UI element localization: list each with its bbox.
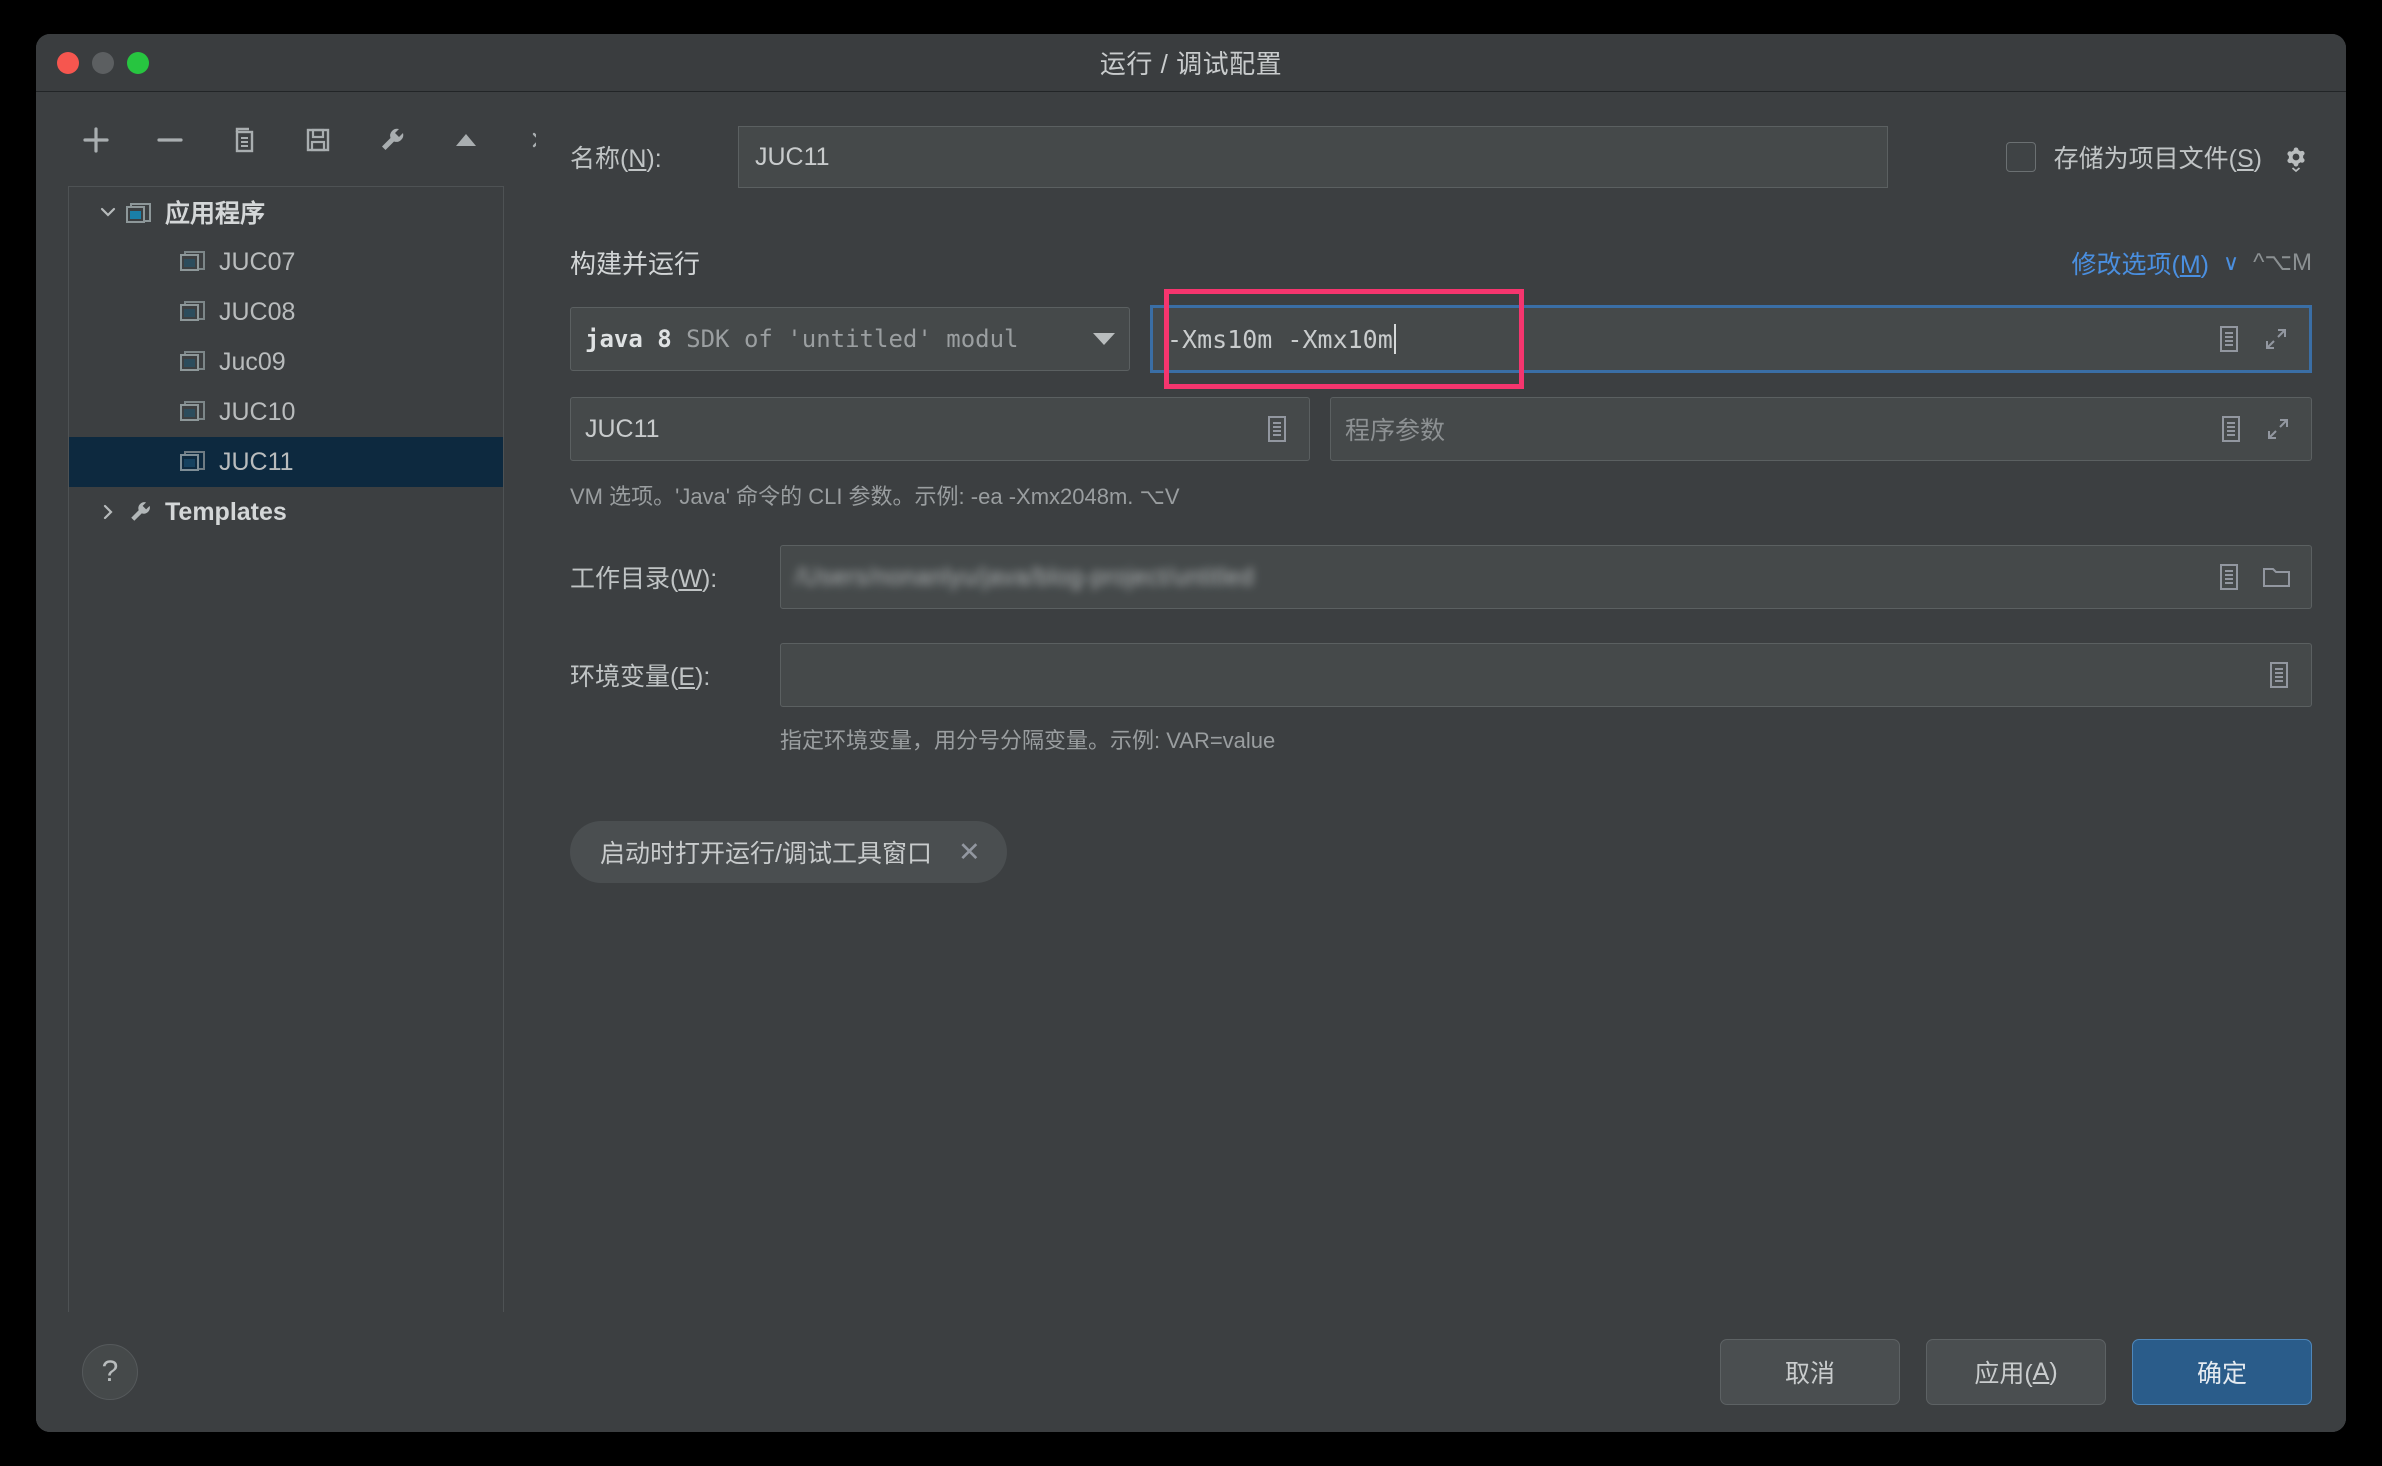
tree-item-label: JUC07 [219, 247, 296, 276]
move-up-icon[interactable] [450, 123, 482, 157]
application-icon [179, 349, 209, 375]
main-class-args-row: JUC11 程序参数 [570, 397, 2312, 461]
modify-options-shortcut: ^⌥M [2253, 249, 2312, 276]
dialog-body: 应用程序 JUC07 JUC08 Juc09 JUC10 JUC11 Templ… [36, 92, 2346, 1432]
text-cursor [1393, 324, 1396, 354]
build-and-run-header: 构建并运行 修改选项(M) ∨ ^⌥M [570, 244, 2312, 281]
chevron-right-icon[interactable] [91, 501, 125, 523]
application-icon [179, 449, 209, 475]
jdk-secondary: SDK of 'untitled' modul [671, 325, 1019, 353]
store-as-project-file-checkbox[interactable] [2005, 142, 2036, 172]
program-arguments-placeholder: 程序参数 [1345, 417, 1446, 445]
add-icon[interactable] [80, 123, 112, 157]
sidebar-toolbar [36, 102, 550, 178]
name-input[interactable]: JUC11 [738, 126, 1888, 188]
name-label: 名称(N): [570, 145, 662, 173]
run-debug-configurations-dialog: 运行 / 调试配置 应用程序 JUC07 JUC08 Juc09 JUC10 J… [36, 34, 2346, 1432]
chip-label: 启动时打开运行/调试工具窗口 [600, 840, 932, 868]
chip-open-run-debug-tool-window[interactable]: 启动时打开运行/调试工具窗口 ✕ [570, 821, 1007, 883]
tree-item-juc07[interactable]: JUC07 [69, 237, 503, 287]
dialog-buttons: 取消 应用(A) 确定 [1720, 1339, 2312, 1405]
working-directory-row: 工作目录(W): /Users/nonanlyu/java/blog-proje… [570, 545, 2312, 609]
application-group-icon [125, 199, 155, 225]
store-as-project-file-label: 存储为项目文件(S) [2053, 145, 2262, 173]
screenshot-root: 运行 / 调试配置 应用程序 JUC07 JUC08 Juc09 JUC10 J… [0, 0, 2382, 1466]
expand-icon[interactable] [2263, 414, 2293, 444]
application-icon [179, 399, 209, 425]
insert-macro-icon[interactable] [2215, 323, 2243, 355]
tree-item-label: 应用程序 [165, 200, 266, 228]
working-directory-label: 工作目录(W): [570, 565, 718, 593]
chevron-down-icon[interactable] [91, 201, 125, 223]
close-icon[interactable]: ✕ [958, 837, 981, 868]
tree-item-label: JUC08 [219, 297, 296, 326]
dialog-footer: ? 取消 应用(A) 确定 [36, 1312, 2346, 1432]
main-class-input[interactable]: JUC11 [570, 397, 1310, 461]
application-icon [179, 299, 209, 325]
configuration-editor: 名称(N): JUC11 存储为项目文件(S) 构建并运行 修改选项(M) ∨ … [536, 92, 2346, 1432]
cancel-button[interactable]: 取消 [1720, 1339, 1900, 1405]
modify-options-link[interactable]: 修改选项(M) [2071, 245, 2208, 281]
tree-item-juc11[interactable]: JUC11 [69, 437, 503, 487]
working-directory-input[interactable]: /Users/nonanlyu/java/blog-project/untitl… [780, 545, 2312, 609]
main-class-value: JUC11 [585, 414, 660, 443]
jdk-dropdown[interactable]: java 8 SDK of 'untitled' modul [570, 307, 1130, 371]
insert-macro-icon[interactable] [1263, 413, 1291, 445]
ok-button[interactable]: 确定 [2132, 1339, 2312, 1405]
help-button[interactable]: ? [82, 1344, 138, 1400]
gear-icon[interactable] [2280, 141, 2312, 173]
wrench-icon [125, 498, 155, 526]
wrench-icon[interactable] [376, 123, 408, 157]
environment-variables-row: 环境变量(E): [570, 643, 2312, 707]
tree-item-juc08[interactable]: JUC08 [69, 287, 503, 337]
save-icon[interactable] [302, 123, 334, 157]
modify-options-group[interactable]: 修改选项(M) ∨ ^⌥M [2071, 245, 2312, 281]
chevron-down-icon[interactable]: ∨ [2223, 250, 2239, 276]
jdk-vm-row: java 8 SDK of 'untitled' modul -Xms10m -… [570, 289, 2312, 389]
tree-item-label: Juc09 [219, 347, 286, 376]
section-title: 构建并运行 [570, 249, 701, 279]
folder-icon[interactable] [2261, 563, 2293, 591]
vm-options-hint: VM 选项。'Java' 命令的 CLI 参数。示例: -ea -Xmx2048… [570, 484, 1180, 509]
tree-item-label: Templates [165, 497, 287, 526]
environment-variables-label: 环境变量(E): [570, 663, 711, 691]
program-arguments-input[interactable]: 程序参数 [1330, 397, 2312, 461]
environment-variables-hint: 指定环境变量，用分号分隔变量。示例: VAR=value [780, 728, 1276, 753]
store-as-project-file-group[interactable]: 存储为项目文件(S) [1966, 139, 2312, 175]
window-titlebar: 运行 / 调试配置 [36, 34, 2346, 92]
vm-options-input[interactable]: -Xms10m -Xmx10m [1150, 305, 2312, 373]
tree-item-juc10[interactable]: JUC10 [69, 387, 503, 437]
jdk-primary: java 8 [585, 325, 672, 353]
tree-group-applications[interactable]: 应用程序 [69, 187, 503, 237]
tree-item-label: JUC11 [219, 447, 294, 476]
vm-options-value: -Xms10m -Xmx10m [1167, 324, 1393, 354]
insert-macro-icon[interactable] [2265, 659, 2293, 691]
jdk-dropdown-text: java 8 SDK of 'untitled' modul [585, 325, 1018, 353]
options-chips: 启动时打开运行/调试工具窗口 ✕ [570, 821, 2312, 883]
name-input-value: JUC11 [755, 142, 830, 171]
expand-icon[interactable] [2261, 324, 2291, 354]
configurations-tree[interactable]: 应用程序 JUC07 JUC08 Juc09 JUC10 JUC11 Templ… [68, 186, 504, 1432]
application-icon [179, 249, 209, 275]
window-title: 运行 / 调试配置 [1099, 49, 1283, 79]
copy-icon[interactable] [228, 123, 260, 157]
insert-macro-icon[interactable] [2217, 413, 2245, 445]
name-row: 名称(N): JUC11 存储为项目文件(S) [570, 92, 2312, 188]
apply-button[interactable]: 应用(A) [1926, 1339, 2106, 1405]
configurations-sidebar: 应用程序 JUC07 JUC08 Juc09 JUC10 JUC11 Templ… [36, 92, 550, 1432]
insert-macro-icon[interactable] [2215, 561, 2243, 593]
tree-item-label: JUC10 [219, 397, 296, 426]
tree-item-juc09[interactable]: Juc09 [69, 337, 503, 387]
remove-icon[interactable] [154, 123, 186, 157]
environment-variables-input[interactable] [780, 643, 2312, 707]
tree-group-templates[interactable]: Templates [69, 487, 503, 537]
working-directory-value: /Users/nonanlyu/java/blog-project/untitl… [795, 562, 1254, 591]
chevron-down-icon[interactable] [1093, 333, 1115, 345]
